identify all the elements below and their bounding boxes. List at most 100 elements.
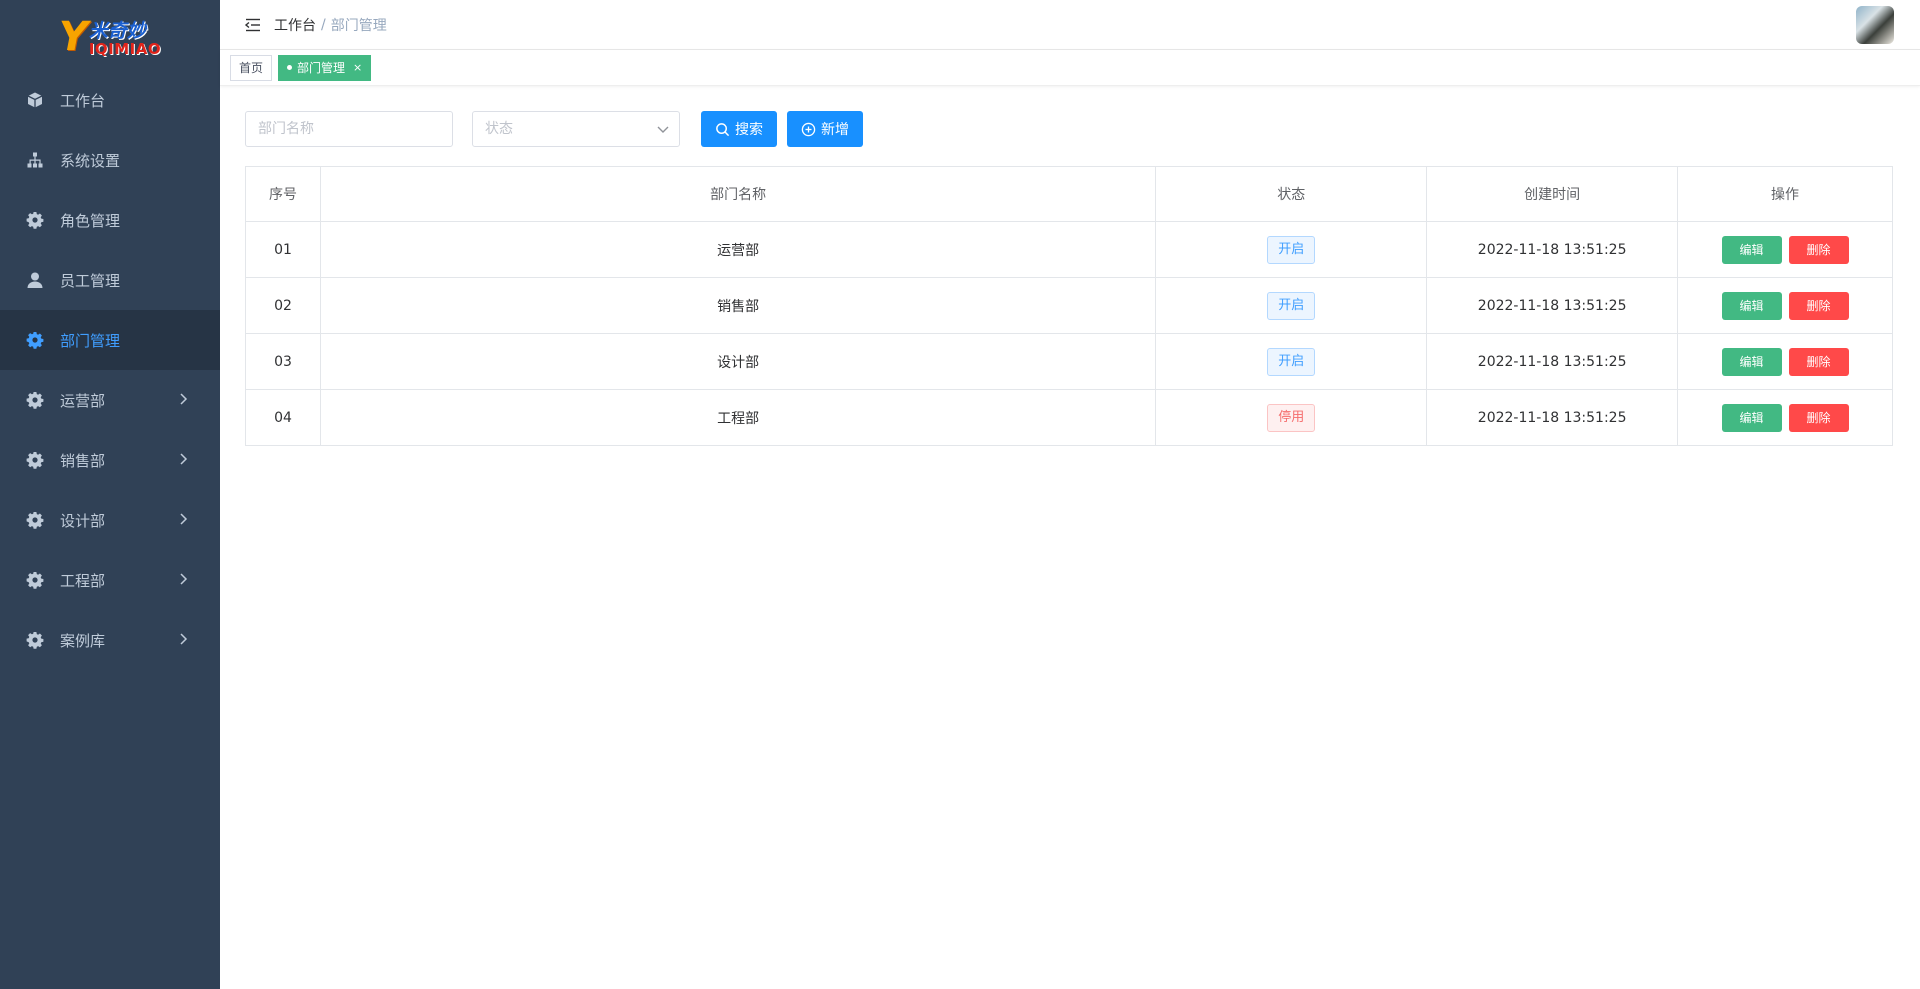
page-content: 搜索 新增 序号 部门名称 状态 创建时间 操作 (220, 86, 1920, 446)
logo-en-text: IQIMIAO (88, 40, 162, 58)
cell-status: 停用 (1155, 389, 1428, 446)
chevron-right-icon (180, 453, 188, 465)
sidebar-item-label: 工作台 (60, 91, 106, 110)
sidebar-item-3[interactable]: 员工管理 (0, 250, 220, 310)
tag-home[interactable]: 首页 (230, 54, 273, 81)
delete-button[interactable]: 删除 (1788, 235, 1849, 264)
logo[interactable]: Y 米奇妙 IQIMIAO (0, 0, 220, 70)
status-badge: 开启 (1267, 291, 1316, 320)
cell-no: 02 (245, 277, 321, 334)
sidebar-item-4[interactable]: 部门管理 (0, 310, 220, 370)
edit-button[interactable]: 编辑 (1721, 403, 1782, 432)
gear-icon (26, 331, 44, 349)
delete-button[interactable]: 删除 (1788, 347, 1849, 376)
status-badge: 开启 (1267, 347, 1316, 376)
logo-cn-text: 米奇妙 (88, 20, 146, 42)
tag-department[interactable]: 部门管理 × (278, 54, 372, 81)
breadcrumb-separator: / (321, 16, 326, 33)
edit-button[interactable]: 编辑 (1721, 347, 1782, 376)
department-name-input[interactable] (245, 111, 453, 147)
sidebar-item-label: 部门管理 (60, 331, 121, 350)
sidebar-item-label: 角色管理 (60, 211, 121, 230)
edit-button[interactable]: 编辑 (1721, 291, 1782, 320)
table-row: 02 销售部 开启 2022-11-18 13:51:25 编辑 删除 (245, 277, 1893, 334)
gear-icon (26, 211, 44, 229)
tag-close-icon[interactable]: × (353, 56, 362, 80)
sidebar-item-6[interactable]: 销售部 (0, 430, 220, 490)
cell-status: 开启 (1155, 221, 1428, 278)
navbar: 工作台 / 部门管理 (220, 0, 1920, 50)
breadcrumb-home[interactable]: 工作台 (274, 15, 316, 35)
breadcrumb: 工作台 / 部门管理 (274, 15, 387, 35)
search-button-label: 搜索 (735, 122, 763, 138)
hamburger-icon[interactable] (244, 16, 262, 34)
status-select[interactable] (472, 111, 680, 147)
chevron-right-icon (180, 633, 188, 645)
table-header-row: 序号 部门名称 状态 创建时间 操作 (245, 166, 1893, 222)
avatar[interactable] (1856, 6, 1894, 44)
cell-actions: 编辑 删除 (1677, 277, 1893, 334)
chevron-right-icon (180, 573, 188, 585)
cell-actions: 编辑 删除 (1677, 221, 1893, 278)
cell-no: 04 (245, 389, 321, 446)
cell-no: 03 (245, 333, 321, 390)
gear-icon (26, 631, 44, 649)
cell-created: 2022-11-18 13:51:25 (1426, 389, 1679, 446)
table-row: 01 运营部 开启 2022-11-18 13:51:25 编辑 删除 (245, 221, 1893, 278)
delete-button[interactable]: 删除 (1788, 291, 1849, 320)
sidebar-item-label: 设计部 (60, 511, 106, 530)
add-button[interactable]: 新增 (787, 111, 863, 147)
gear-icon (26, 511, 44, 529)
cell-no: 01 (245, 221, 321, 278)
sidebar-item-label: 员工管理 (60, 271, 121, 290)
sidebar-item-2[interactable]: 角色管理 (0, 190, 220, 250)
table-row: 03 设计部 开启 2022-11-18 13:51:25 编辑 删除 (245, 333, 1893, 390)
sidebar-item-9[interactable]: 案例库 (0, 610, 220, 670)
sidebar-item-label: 案例库 (60, 631, 106, 650)
cell-actions: 编辑 删除 (1677, 333, 1893, 390)
gear-icon (26, 571, 44, 589)
sidebar-item-label: 工程部 (60, 571, 106, 590)
cell-actions: 编辑 删除 (1677, 389, 1893, 446)
gear-icon (26, 391, 44, 409)
search-button[interactable]: 搜索 (701, 111, 777, 147)
sidebar-item-label: 运营部 (60, 391, 106, 410)
department-table: 序号 部门名称 状态 创建时间 操作 01 运营部 开启 2022-11-18 13:… (245, 166, 1893, 446)
header-created: 创建时间 (1426, 166, 1679, 222)
header-no: 序号 (245, 166, 321, 222)
cell-name: 工程部 (319, 389, 1157, 446)
edit-button[interactable]: 编辑 (1721, 235, 1782, 264)
cell-name: 销售部 (319, 277, 1157, 334)
status-badge: 开启 (1267, 235, 1316, 264)
tag-label: 部门管理 (297, 60, 346, 75)
cell-status: 开启 (1155, 333, 1428, 390)
header-name: 部门名称 (319, 166, 1157, 222)
status-select-input[interactable] (472, 111, 680, 147)
delete-button[interactable]: 删除 (1788, 403, 1849, 432)
header-status: 状态 (1155, 166, 1428, 222)
plus-circle-icon (801, 122, 816, 136)
sidebar-item-7[interactable]: 设计部 (0, 490, 220, 550)
sidebar-item-5[interactable]: 运营部 (0, 370, 220, 430)
gear-icon (26, 451, 44, 469)
sitemap-icon (26, 151, 44, 169)
sidebar-menu: 工作台系统设置角色管理员工管理部门管理运营部销售部设计部工程部案例库 (0, 70, 220, 670)
sidebar-item-1[interactable]: 系统设置 (0, 130, 220, 190)
cell-created: 2022-11-18 13:51:25 (1426, 221, 1679, 278)
main-area: 工作台 / 部门管理 首页 部门管理 × 部门名称 状态 搜索 新增 序号 部门… (220, 0, 1920, 989)
tag-active-dot (287, 65, 293, 70)
chevron-right-icon (180, 513, 188, 525)
cell-created: 2022-11-18 13:51:25 (1426, 277, 1679, 334)
cell-status: 开启 (1155, 277, 1428, 334)
tag-label: 首页 (239, 60, 264, 75)
sidebar-item-label: 系统设置 (60, 151, 121, 170)
sidebar-item-label: 销售部 (60, 451, 106, 470)
sidebar-item-8[interactable]: 工程部 (0, 550, 220, 610)
logo-mark: Y (58, 14, 88, 60)
sidebar-item-0[interactable]: 工作台 (0, 70, 220, 130)
chevron-right-icon (180, 393, 188, 405)
filter-bar: 搜索 新增 (245, 110, 1893, 148)
status-badge: 停用 (1267, 403, 1316, 432)
search-icon (716, 122, 730, 136)
user-icon (26, 271, 44, 289)
